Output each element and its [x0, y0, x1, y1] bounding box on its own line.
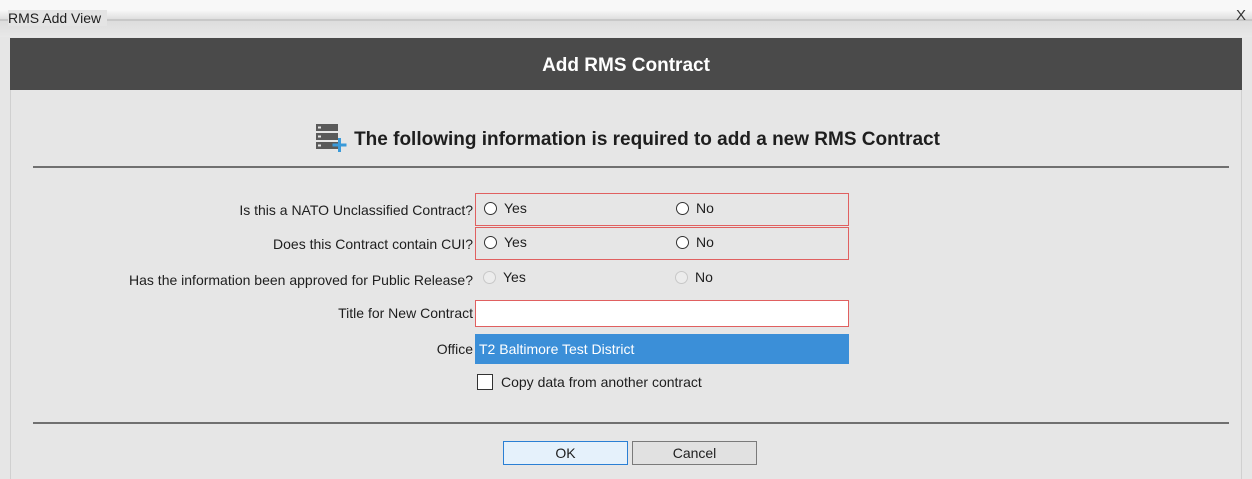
office-select[interactable]: T2 Baltimore Test District [475, 334, 849, 364]
subheader-text: The following information is required to… [354, 129, 940, 150]
public-release-yes-radio: Yes [483, 269, 526, 285]
subheader: The following information is required to… [11, 122, 1243, 158]
window-title: RMS Add View [8, 10, 108, 26]
contract-title-input[interactable] [475, 300, 849, 327]
radio-circle-icon[interactable] [676, 201, 689, 215]
title-bar[interactable]: RMS Add View X [0, 0, 1252, 37]
nato-radio-group: Yes No [475, 193, 849, 226]
dialog-body: The following information is required to… [10, 90, 1242, 479]
radio-circle-icon[interactable] [484, 201, 497, 215]
cancel-button[interactable]: Cancel [632, 441, 757, 465]
radio-circle-icon [675, 270, 688, 284]
cui-yes-radio[interactable]: Yes [484, 234, 527, 250]
radio-circle-icon [483, 270, 496, 284]
public-release-no-radio: No [675, 269, 713, 285]
public-release-label: Has the information been approved for Pu… [129, 272, 473, 288]
nato-no-radio[interactable]: No [676, 200, 714, 216]
radio-circle-icon[interactable] [676, 235, 689, 249]
copy-data-label: Copy data from another contract [501, 374, 702, 390]
cui-radio-group: Yes No [475, 227, 849, 260]
contract-title-label: Title for New Contract [338, 305, 473, 321]
public-release-yes-label: Yes [503, 269, 526, 285]
office-value: T2 Baltimore Test District [479, 341, 635, 357]
radio-circle-icon[interactable] [484, 235, 497, 249]
public-release-no-label: No [695, 269, 713, 285]
nato-no-label: No [696, 200, 714, 216]
server-add-icon [314, 122, 348, 154]
top-divider [33, 166, 1229, 168]
cui-yes-label: Yes [504, 234, 527, 250]
ok-button[interactable]: OK [503, 441, 628, 465]
copy-data-checkbox[interactable]: Copy data from another contract [477, 374, 702, 390]
cui-no-label: No [696, 234, 714, 250]
public-release-radio-group: Yes No [475, 263, 849, 296]
checkbox-icon[interactable] [477, 374, 493, 390]
office-label: Office [436, 341, 473, 357]
title-bar-line [0, 19, 1252, 21]
rms-add-view-window: RMS Add View X Add RMS Contract The foll… [0, 0, 1252, 479]
dialog-header: Add RMS Contract [10, 38, 1242, 90]
cui-no-radio[interactable]: No [676, 234, 714, 250]
nato-yes-label: Yes [504, 200, 527, 216]
bottom-divider [33, 422, 1229, 424]
close-icon[interactable]: X [1236, 8, 1246, 24]
cui-label: Does this Contract contain CUI? [273, 236, 473, 252]
nato-label: Is this a NATO Unclassified Contract? [239, 202, 473, 218]
nato-yes-radio[interactable]: Yes [484, 200, 527, 216]
